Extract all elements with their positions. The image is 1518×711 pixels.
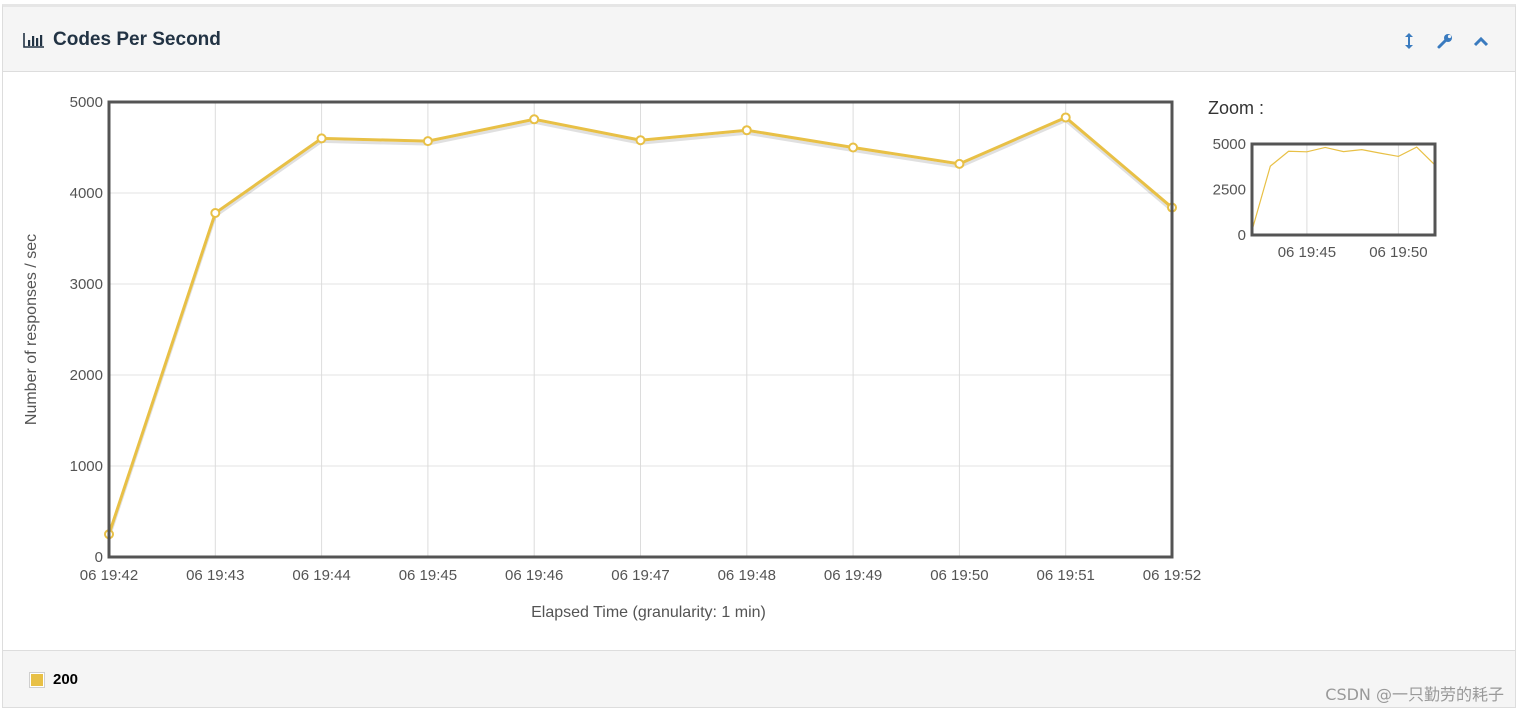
- y-tick-label: 3000: [70, 276, 103, 293]
- x-tick-label: 06 19:46: [505, 567, 563, 584]
- x-tick-label: 06 19:52: [1143, 567, 1201, 584]
- legend-item[interactable]: 200: [29, 671, 78, 688]
- data-point: [422, 136, 433, 147]
- x-tick-label: 06 19:45: [399, 567, 457, 584]
- data-point: [529, 114, 540, 125]
- zoom-y-tick-label: 0: [1238, 227, 1246, 244]
- data-point: [954, 158, 965, 169]
- panel-body: 0 1000 2000 3000 4000 5000 06 19:42 06 19:43 06 …: [3, 72, 1515, 650]
- data-point: [316, 133, 327, 144]
- y-tick-label: 1000: [70, 458, 103, 475]
- x-tick-label: 06 19:49: [824, 567, 882, 584]
- data-point: [210, 208, 221, 219]
- x-axis-title: Elapsed Time (granularity: 1 min): [531, 604, 766, 621]
- x-tick-label: 06 19:42: [80, 567, 138, 584]
- y-axis-title: Number of responses / sec: [23, 234, 40, 425]
- wrench-icon[interactable]: [1435, 31, 1455, 51]
- zoom-series-line: [1251, 146, 1436, 231]
- zoom-x-tick-label: 06 19:45: [1278, 244, 1336, 261]
- zoom-y-tick-label: 5000: [1213, 136, 1246, 153]
- panel-tools: [1399, 31, 1491, 51]
- panel-footer: 200: [3, 650, 1515, 707]
- x-tick-label: 06 19:51: [1037, 567, 1095, 584]
- x-tick-label: 06 19:44: [292, 567, 350, 584]
- chart-panel: Codes Per Second 0 1000 2000 3000 4000 5…: [2, 4, 1516, 708]
- x-tick-label: 06 19:50: [930, 567, 988, 584]
- watermark: CSDN @一只勤劳的耗子: [1325, 685, 1504, 704]
- x-tick-label: 06 19:47: [611, 567, 669, 584]
- data-point: [741, 125, 752, 136]
- legend-label: 200: [53, 671, 79, 688]
- data-point: [848, 142, 859, 153]
- data-point: [635, 135, 646, 146]
- zoom-x-tick-label: 06 19:50: [1369, 244, 1427, 261]
- zoom-y-tick-label: 2500: [1213, 182, 1246, 199]
- x-tick-label: 06 19:43: [186, 567, 244, 584]
- resize-vertical-icon[interactable]: [1399, 31, 1419, 51]
- zoom-label: Zoom :: [1208, 98, 1264, 118]
- x-tick-label: 06 19:48: [718, 567, 776, 584]
- zoom-frame: [1250, 142, 1437, 237]
- panel-heading: Codes Per Second: [3, 7, 1515, 72]
- y-tick-label: 4000: [70, 185, 103, 202]
- main-chart[interactable]: 0 1000 2000 3000 4000 5000 06 19:42 06 19:43 06 …: [3, 72, 1517, 650]
- bar-chart-icon: [23, 32, 45, 48]
- data-point: [1060, 112, 1071, 123]
- legend-swatch: [29, 671, 45, 688]
- y-tick-label: 0: [95, 549, 103, 566]
- panel-title: Codes Per Second: [23, 29, 221, 51]
- panel-title-text: Codes Per Second: [53, 29, 221, 50]
- chevron-up-icon[interactable]: [1471, 31, 1491, 51]
- y-tick-label: 5000: [70, 94, 103, 111]
- y-tick-label: 2000: [70, 367, 103, 384]
